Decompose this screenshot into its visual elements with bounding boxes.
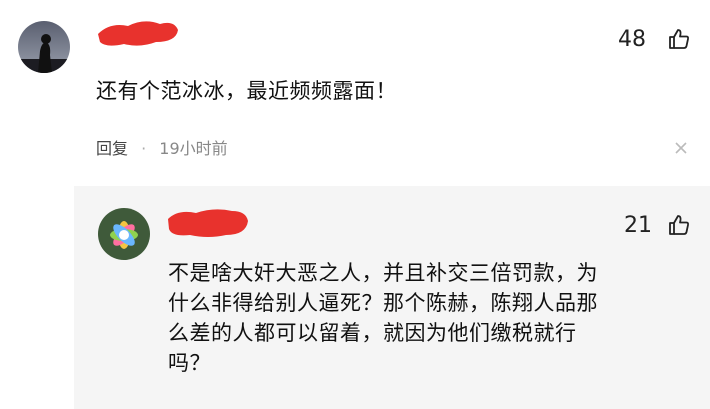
close-icon[interactable] [674,140,688,154]
comment-like-count: 48 [618,27,646,52]
commenter-username-redacted [96,16,182,50]
comment-text: 还有个范冰冰，最近频频露面！ [96,79,397,103]
comment-meta: 回复 · 19小时前 [96,135,228,159]
reply-button[interactable]: 回复 [96,139,128,158]
comment-timestamp: 19小时前 [159,139,228,158]
commenter-avatar[interactable] [18,21,70,73]
reply-text-line: 不是啥大奸大恶之人，并且补交三倍罚款，为 [168,261,598,285]
replier-username-redacted [166,205,250,241]
thumbs-up-icon[interactable] [667,27,691,51]
reply-text-line: 吗？ [168,351,211,375]
meta-separator: · [141,139,147,158]
reply-like-count: 21 [624,213,652,238]
reply-text: 不是啥大奸大恶之人，并且补交三倍罚款，为 什么非得给别人逼死？那个陈赫，陈翔人品… [168,258,688,378]
thumbs-up-icon[interactable] [667,213,691,237]
replier-avatar[interactable] [98,208,150,260]
reply-text-line: 么差的人都可以留着，就因为他们缴税就行 [168,321,577,345]
reply-text-line: 什么非得给别人逼死？那个陈赫，陈翔人品那 [168,291,598,315]
